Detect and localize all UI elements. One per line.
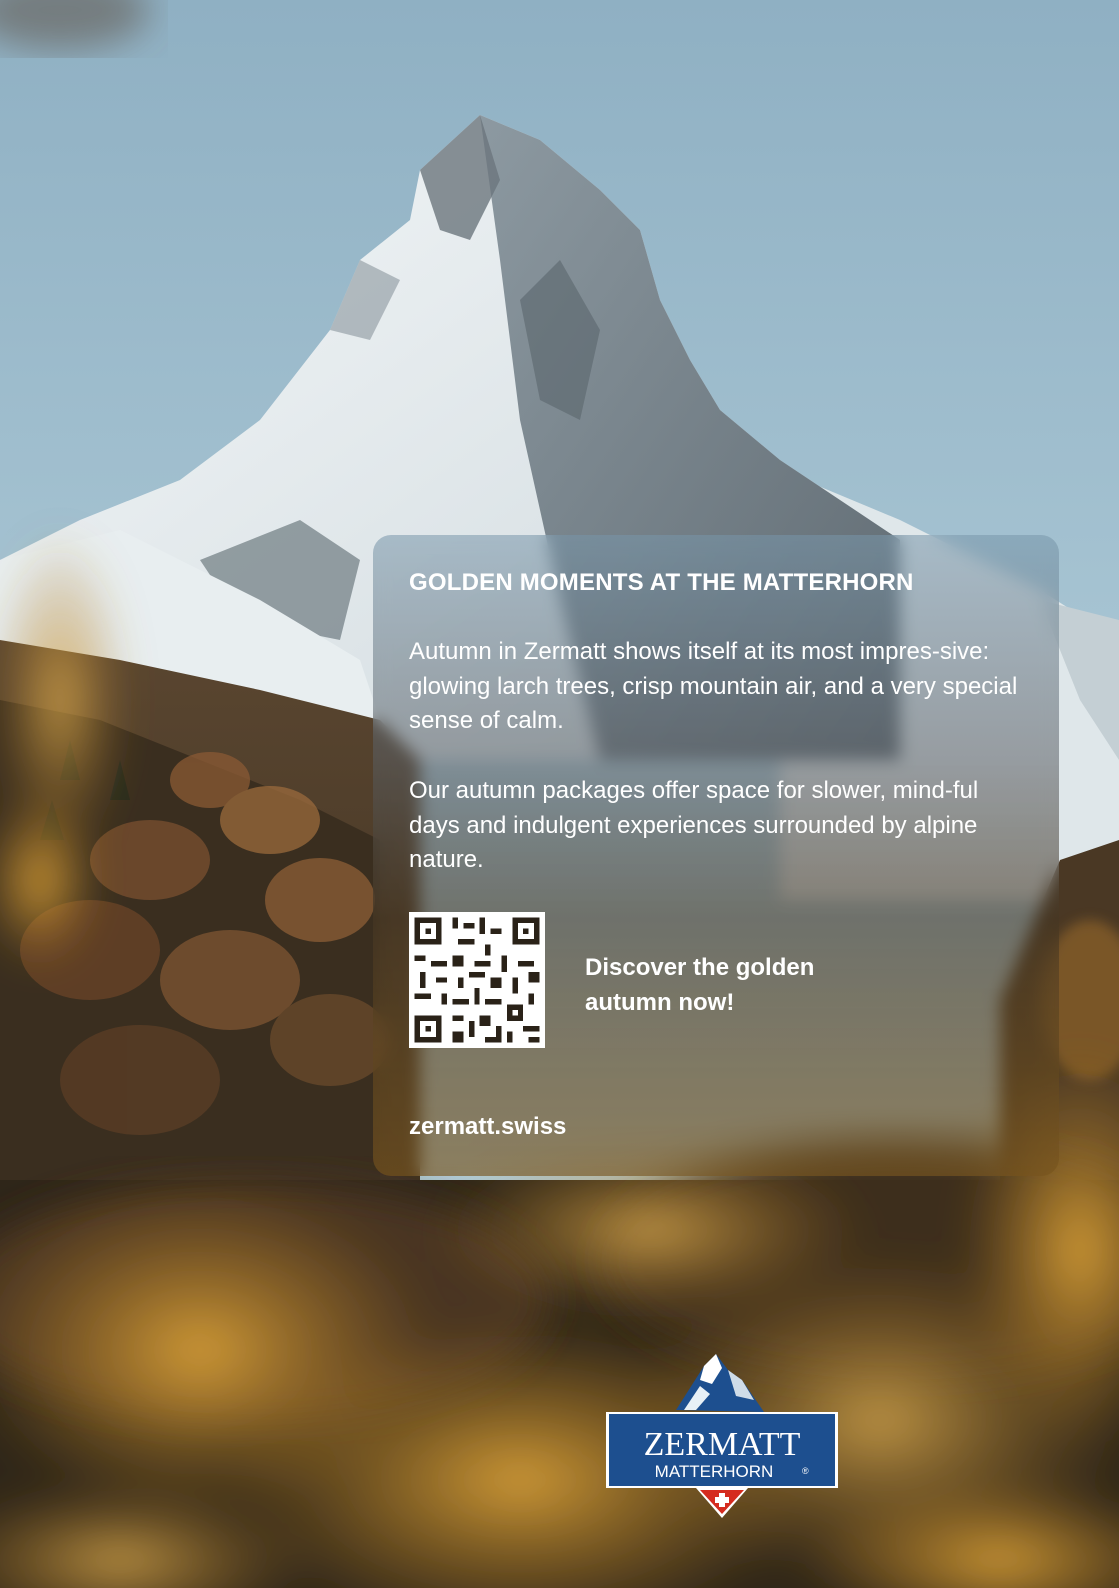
qr-code[interactable] <box>409 912 545 1048</box>
registered-mark: ® <box>802 1466 809 1476</box>
logo-title: ZERMATT <box>644 1426 801 1463</box>
zermatt-matterhorn-logo: ZERMATT MATTERHORN ® <box>606 1354 838 1518</box>
info-card: GOLDEN MOMENTS AT THE MATTERHORN Autumn … <box>373 535 1059 1176</box>
cta-text: Discover the golden autumn now! <box>585 954 815 1016</box>
intro-paragraph: Autumn in Zermatt shows itself at its mo… <box>409 638 1018 734</box>
logo-subtitle: MATTERHORN <box>655 1462 774 1481</box>
website-link[interactable]: zermatt.swiss <box>409 1113 566 1141</box>
packages-paragraph: Our autumn packages offer space for slow… <box>409 777 979 873</box>
card-title: GOLDEN MOMENTS AT THE MATTERHORN <box>409 569 914 596</box>
